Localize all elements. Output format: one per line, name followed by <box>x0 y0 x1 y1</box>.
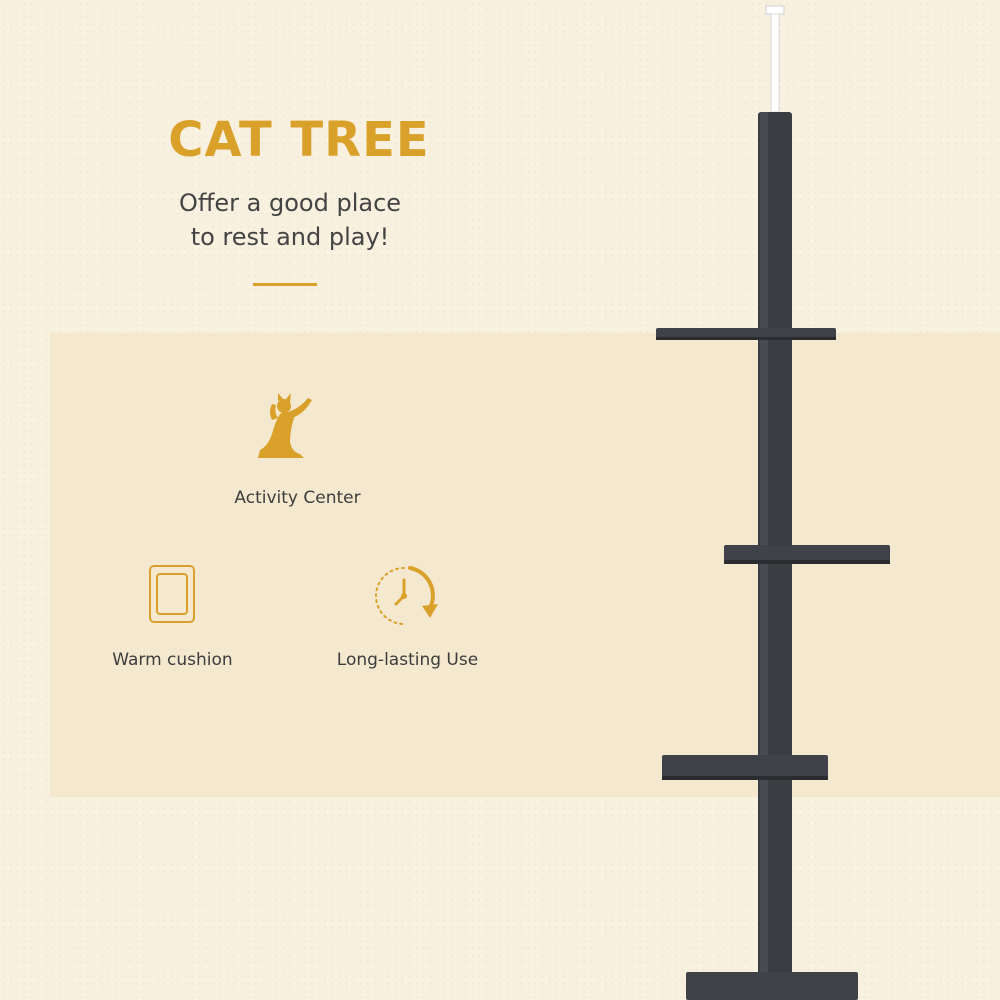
cat-tree-product-image <box>656 5 890 1000</box>
